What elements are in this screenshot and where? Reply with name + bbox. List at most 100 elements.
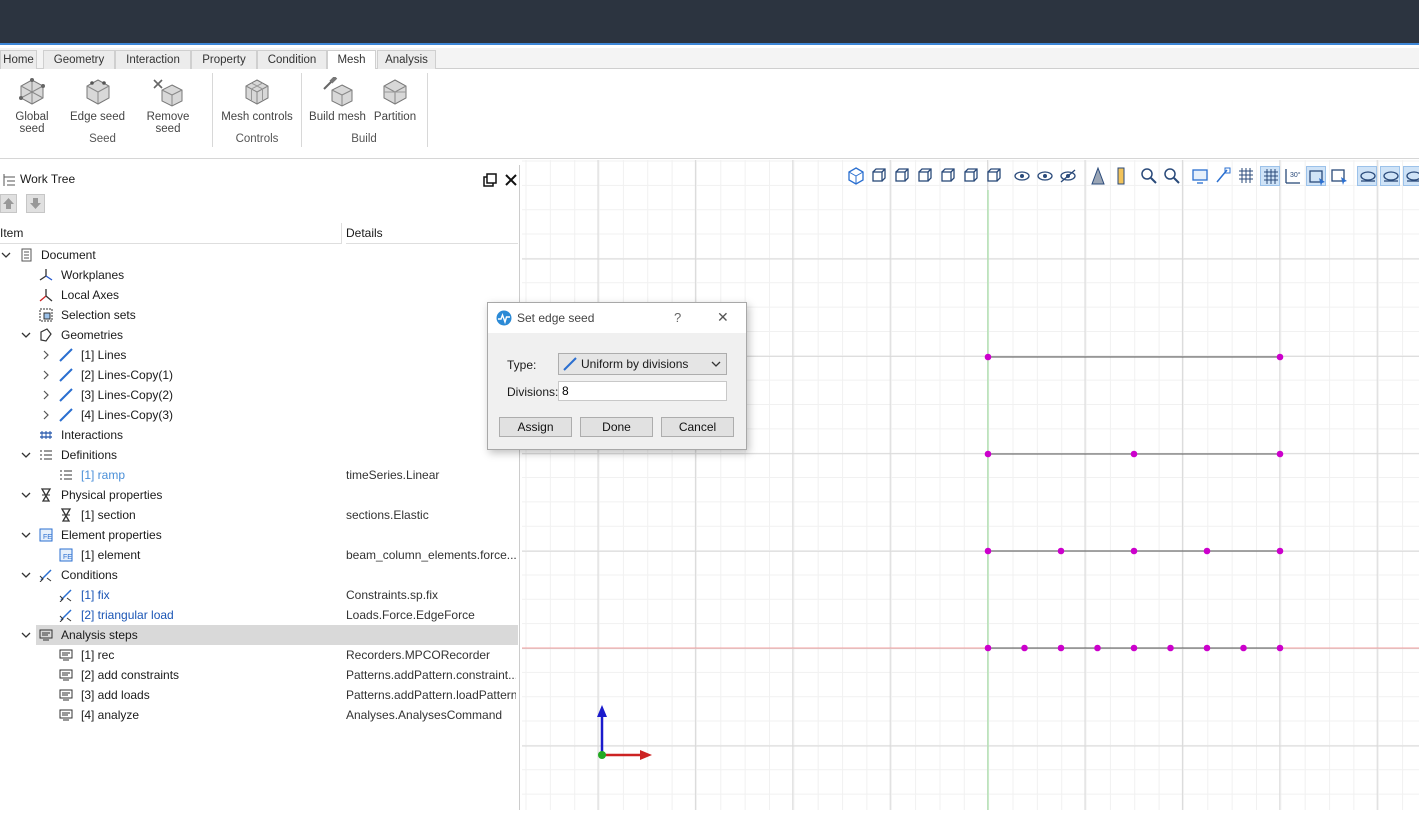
- tree-row[interactable]: FE Element properties: [0, 525, 518, 545]
- edge-seed-button[interactable]: Edge seed: [70, 77, 125, 123]
- bottom-view-icon[interactable]: [984, 166, 1004, 186]
- mesh-controls-button[interactable]: Mesh controls: [220, 77, 294, 123]
- move-down-button[interactable]: [26, 194, 45, 213]
- pick-icon[interactable]: [1213, 166, 1233, 186]
- chevron-right-icon[interactable]: [40, 345, 52, 365]
- tree-row[interactable]: [1] section sections.Elastic: [0, 505, 518, 525]
- tree-row[interactable]: Analysis steps: [21, 625, 518, 645]
- tab-condition[interactable]: Condition: [257, 50, 327, 69]
- right-view-icon[interactable]: [938, 166, 958, 186]
- show-icon[interactable]: [1035, 166, 1055, 186]
- tab-interaction[interactable]: Interaction: [115, 50, 191, 69]
- tab-mesh[interactable]: Mesh: [327, 50, 376, 70]
- global-seed-button[interactable]: Global seed: [3, 77, 61, 135]
- tree-row[interactable]: [1] fix Constraints.sp.fix: [0, 585, 518, 605]
- tree-row-label: [1] element: [81, 548, 141, 562]
- tree-row[interactable]: Physical properties: [0, 485, 518, 505]
- viewport-3d[interactable]: [522, 160, 1419, 810]
- tree-row[interactable]: [4] analyze Analyses.AnalysesCommand: [0, 705, 518, 725]
- tree-row[interactable]: FE [1] element beam_column_elements.force.…: [0, 545, 518, 565]
- chevron-down-icon[interactable]: [20, 485, 32, 505]
- chevron-down-icon[interactable]: [20, 565, 32, 585]
- tree-row[interactable]: Interactions: [0, 425, 518, 445]
- tree-row[interactable]: Conditions: [0, 565, 518, 585]
- show-all-icon[interactable]: [1012, 166, 1032, 186]
- scene-canvas[interactable]: [522, 160, 1419, 810]
- tree-row[interactable]: Document: [0, 245, 518, 265]
- app-logo-icon: [496, 310, 512, 326]
- partition-icon: [383, 79, 407, 105]
- help-button[interactable]: ?: [674, 310, 681, 325]
- zoom-fit-icon[interactable]: [1139, 166, 1159, 186]
- tree-row[interactable]: [1] rec Recorders.MPCORecorder: [0, 645, 518, 665]
- grid-snap-icon[interactable]: [1260, 166, 1280, 186]
- tree-row[interactable]: [2] add constraints Patterns.addPattern.c…: [0, 665, 518, 685]
- tree-row[interactable]: Definitions: [0, 445, 518, 465]
- tree-row[interactable]: [2] triangular load Loads.Force.EdgeForce: [0, 605, 518, 625]
- tree-row[interactable]: Selection sets: [0, 305, 518, 325]
- iso-view-icon[interactable]: [846, 166, 866, 186]
- tree-row[interactable]: [3] add loads Patterns.addPattern.loadPat…: [0, 685, 518, 705]
- front-view-icon[interactable]: [869, 166, 889, 186]
- chevron-down-icon[interactable]: [20, 625, 32, 645]
- type-select[interactable]: Uniform by divisions: [558, 353, 727, 375]
- view-mode-1-icon[interactable]: [1357, 166, 1377, 186]
- triad-x-arrow: [640, 750, 652, 760]
- close-panel-icon[interactable]: [504, 173, 518, 187]
- grid-icon[interactable]: [1236, 166, 1256, 186]
- chevron-down-icon[interactable]: [20, 445, 32, 465]
- top-view-icon[interactable]: [961, 166, 981, 186]
- chevron-right-icon[interactable]: [40, 405, 52, 425]
- partition-button[interactable]: Partition: [372, 77, 418, 123]
- move-up-button[interactable]: [0, 194, 17, 213]
- chevron-down-icon[interactable]: [20, 325, 32, 345]
- chevron-down-icon[interactable]: [20, 525, 32, 545]
- tree-row[interactable]: Local Axes: [0, 285, 518, 305]
- done-button[interactable]: Done: [580, 417, 653, 437]
- chevron-down-icon[interactable]: [0, 245, 12, 265]
- tree-row-label: [3] Lines-Copy(2): [81, 388, 174, 402]
- tab-analysis[interactable]: Analysis: [377, 50, 436, 69]
- set-edge-seed-dialog: Set edge seed ? ✕ Type: Uniform by divis…: [487, 302, 747, 450]
- ruler-icon[interactable]: [1111, 166, 1131, 186]
- tab-geometry[interactable]: Geometry: [43, 50, 115, 69]
- hide-icon[interactable]: [1058, 166, 1078, 186]
- interaction-icon: [39, 428, 53, 442]
- select-edit-icon[interactable]: [1329, 166, 1349, 186]
- tree-row[interactable]: [2] Lines-Copy(1): [0, 365, 518, 385]
- chevron-right-icon[interactable]: [40, 385, 52, 405]
- analysis-step-icon: [59, 688, 73, 702]
- dialog-close-button[interactable]: ✕: [717, 309, 729, 326]
- tree-row[interactable]: [1] Lines: [0, 345, 518, 365]
- tree-row[interactable]: [3] Lines-Copy(2): [0, 385, 518, 405]
- tab-property[interactable]: Property: [191, 50, 257, 69]
- ribbon-separator: [427, 73, 428, 147]
- column-header-item[interactable]: Item: [0, 223, 342, 244]
- angle-icon[interactable]: 30°: [1283, 166, 1303, 186]
- view-mode-3-icon[interactable]: [1403, 166, 1419, 186]
- select-box-icon[interactable]: [1306, 166, 1326, 186]
- assign-button[interactable]: Assign: [499, 417, 572, 437]
- tree-row-label: [3] add loads: [81, 688, 150, 702]
- tree-row[interactable]: Workplanes: [0, 265, 518, 285]
- build-mesh-button[interactable]: Build mesh: [309, 77, 366, 123]
- tab-home[interactable]: Home: [0, 50, 37, 69]
- screenshot-icon[interactable]: [1190, 166, 1210, 186]
- left-view-icon[interactable]: [915, 166, 935, 186]
- perspective-icon[interactable]: [1088, 166, 1108, 186]
- undock-icon[interactable]: [483, 173, 497, 187]
- column-header-details[interactable]: Details: [346, 223, 518, 244]
- back-view-icon[interactable]: [892, 166, 912, 186]
- view-mode-2-icon[interactable]: [1380, 166, 1400, 186]
- tree-row[interactable]: Geometries: [0, 325, 518, 345]
- cancel-button[interactable]: Cancel: [661, 417, 734, 437]
- list-icon: [59, 468, 73, 482]
- remove-seed-icon: [153, 79, 183, 107]
- ribbon-tab-bar: Home Geometry Interaction Property Condi…: [0, 48, 1419, 70]
- divisions-input[interactable]: [558, 381, 727, 401]
- tree-row[interactable]: [4] Lines-Copy(3): [0, 405, 518, 425]
- chevron-right-icon[interactable]: [40, 365, 52, 385]
- tree-row[interactable]: [1] ramp timeSeries.Linear: [0, 465, 518, 485]
- remove-seed-button[interactable]: Remove seed: [133, 77, 203, 135]
- zoom-icon[interactable]: [1162, 166, 1182, 186]
